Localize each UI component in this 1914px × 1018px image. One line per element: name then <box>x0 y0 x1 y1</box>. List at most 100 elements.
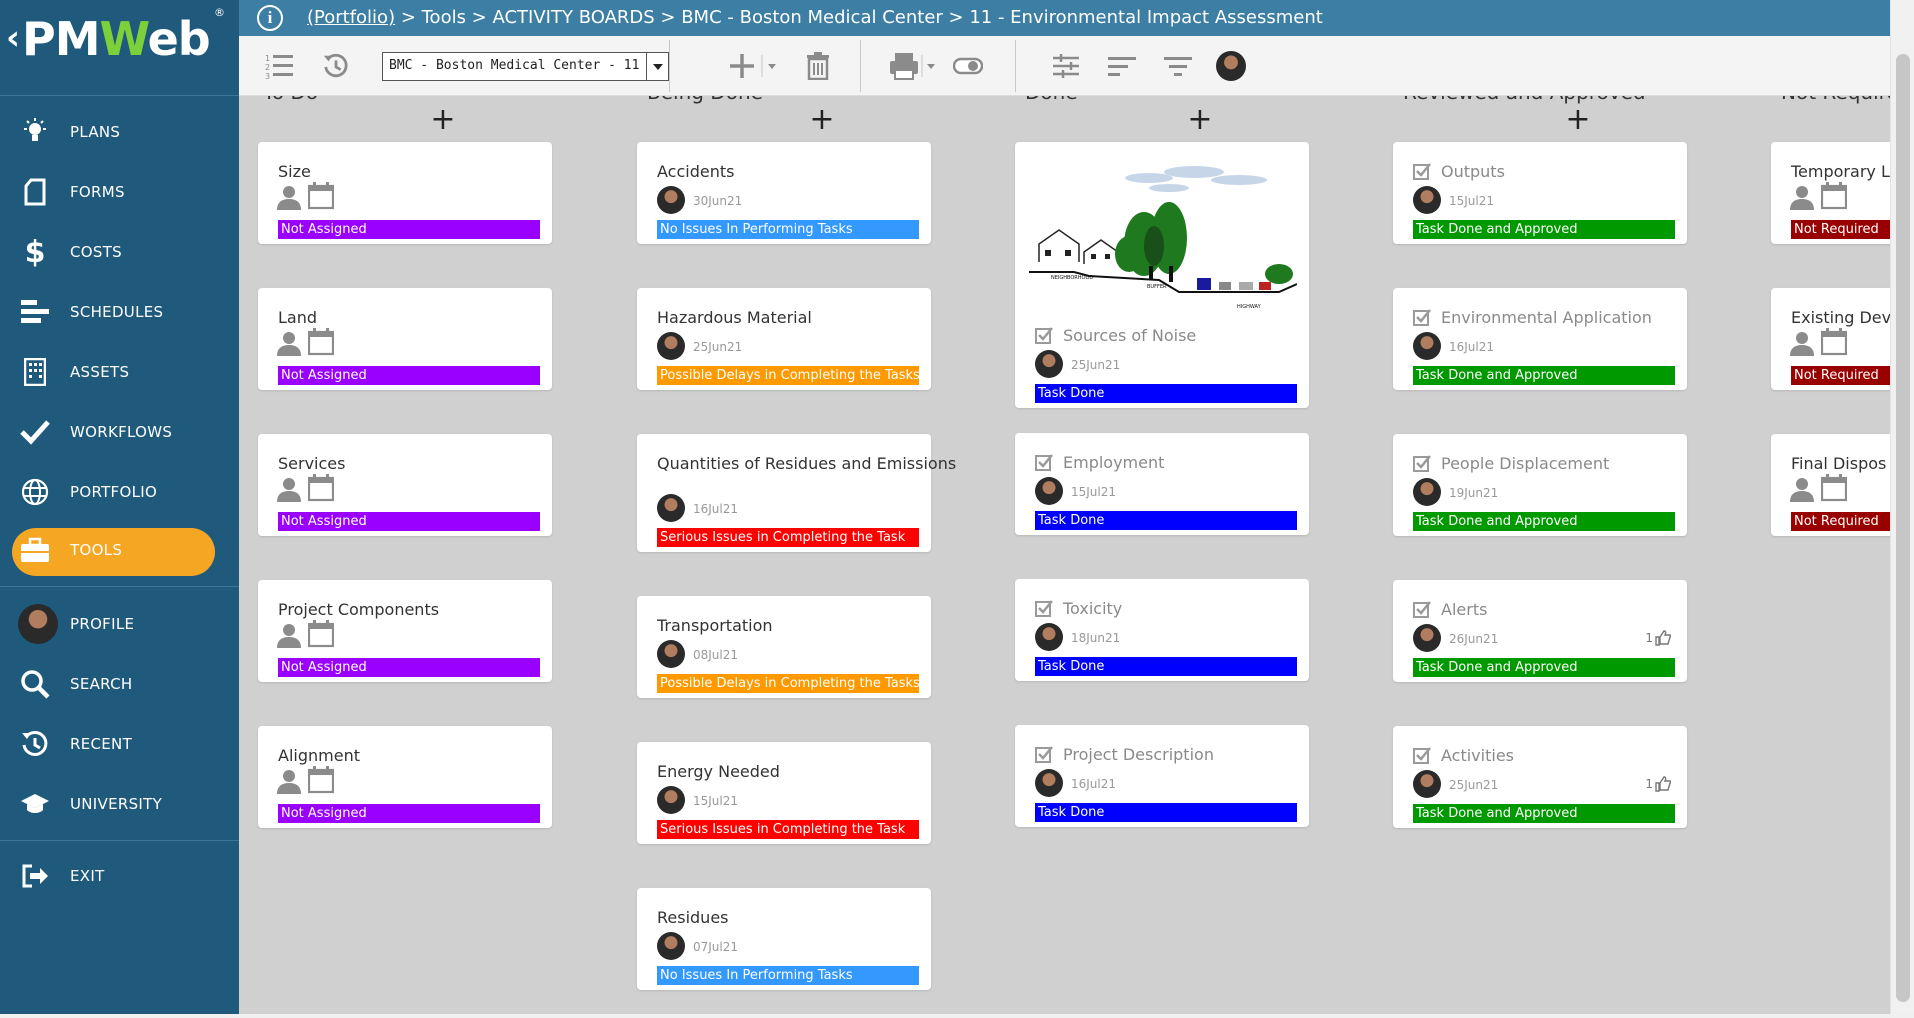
checkbox-icon[interactable] <box>1413 308 1431 326</box>
project-select[interactable]: BMC - Boston Medical Center - 11 - E <box>382 52 669 81</box>
thumbs-up-icon[interactable] <box>1655 776 1671 792</box>
activity-card[interactable]: Temporary L Not Required <box>1771 142 1890 244</box>
calendar-icon[interactable] <box>1821 328 1847 356</box>
sidebar-item-costs[interactable]: $ COSTS <box>0 228 239 276</box>
person-icon[interactable] <box>276 184 302 210</box>
checkbox-icon[interactable] <box>1413 162 1431 180</box>
activity-card[interactable]: Energy Needed 15Jul21 Serious Issues in Co… <box>637 742 931 844</box>
avatar[interactable] <box>1413 770 1441 798</box>
chevron-down-icon[interactable] <box>646 53 668 80</box>
avatar[interactable] <box>657 932 685 960</box>
activity-card[interactable]: Activities 25Jun21 1 Task Done and Approved <box>1393 726 1687 828</box>
settings-sliders-icon[interactable] <box>1049 50 1083 82</box>
avatar[interactable] <box>1413 186 1441 214</box>
checkbox-icon[interactable] <box>1413 600 1431 618</box>
sidebar-item-plans[interactable]: PLANS <box>0 108 239 156</box>
activity-card[interactable]: Size Not Assigned <box>258 142 552 244</box>
calendar-icon[interactable] <box>308 328 334 356</box>
add-card-plus-icon[interactable]: + <box>428 105 458 136</box>
activity-card[interactable]: People Displacement 19Jun21 Task Done and … <box>1393 434 1687 536</box>
avatar[interactable] <box>657 640 685 668</box>
sidebar-item-exit[interactable]: EXIT <box>0 852 239 900</box>
person-icon[interactable] <box>1789 184 1815 210</box>
person-icon[interactable] <box>1789 330 1815 356</box>
activity-card[interactable]: Hazardous Material 25Jun21 Possible Delays… <box>637 288 931 390</box>
activity-card[interactable]: Land Not Assigned <box>258 288 552 390</box>
toggle-switch-icon[interactable] <box>951 50 985 82</box>
activity-card[interactable]: Final Dispos Not Required <box>1771 434 1890 536</box>
checkbox-icon[interactable] <box>1035 599 1053 617</box>
print-button[interactable] <box>889 50 939 82</box>
avatar[interactable] <box>657 786 685 814</box>
checkbox-icon[interactable] <box>1035 745 1053 763</box>
avatar[interactable] <box>1035 350 1063 378</box>
activity-card[interactable]: Toxicity 18Jun21 Task Done <box>1015 579 1309 681</box>
activity-card[interactable]: Employment 15Jul21 Task Done <box>1015 433 1309 535</box>
activity-card[interactable]: Accidents 30Jun21 No Issues In Performing … <box>637 142 931 244</box>
avatar[interactable] <box>1035 769 1063 797</box>
avatar[interactable] <box>1413 332 1441 360</box>
list-view-icon[interactable]: 123 <box>263 50 297 82</box>
sidebar-item-portfolio[interactable]: PORTFOLIO <box>0 468 239 516</box>
activity-card[interactable]: Existing Dev Not Required <box>1771 288 1890 390</box>
sidebar-item-forms[interactable]: FORMS <box>0 168 239 216</box>
calendar-icon[interactable] <box>308 182 334 210</box>
pmweb-logo[interactable]: ‹ PMWeb ® <box>0 0 239 96</box>
like-count[interactable]: 1 <box>1645 630 1671 646</box>
back-chevron-icon[interactable]: ‹ <box>6 18 20 58</box>
breadcrumb-portfolio-link[interactable]: (Portfolio) <box>307 7 395 28</box>
person-icon[interactable] <box>276 330 302 356</box>
add-card-plus-icon[interactable]: + <box>807 105 837 136</box>
vertical-scrollbar[interactable] <box>1890 0 1914 1018</box>
filter-icon[interactable] <box>1161 50 1195 82</box>
sort-icon[interactable] <box>1105 50 1139 82</box>
sidebar-item-schedules[interactable]: SCHEDULES <box>0 288 239 336</box>
activity-card[interactable]: Outputs 15Jul21 Task Done and Approved <box>1393 142 1687 244</box>
add-card-plus-icon[interactable]: + <box>1563 105 1593 136</box>
activity-card[interactable]: Transportation 08Jul21 Possible Delays in … <box>637 596 931 698</box>
add-card-plus-icon[interactable]: + <box>1185 105 1215 136</box>
sidebar-item-workflows[interactable]: WORKFLOWS <box>0 408 239 456</box>
calendar-icon[interactable] <box>1821 474 1847 502</box>
avatar[interactable] <box>657 186 685 214</box>
add-button[interactable] <box>727 50 783 82</box>
activity-card[interactable]: Project Components Not Assigned <box>258 580 552 682</box>
calendar-icon[interactable] <box>308 766 334 794</box>
activity-card[interactable]: NEIGHBORHOOD BUFFER HIGHWAY Sources of N… <box>1015 142 1309 408</box>
avatar[interactable] <box>1035 623 1063 651</box>
person-icon[interactable] <box>1789 476 1815 502</box>
activity-card[interactable]: Residues 07Jul21 No Issues In Performing T… <box>637 888 931 990</box>
person-icon[interactable] <box>276 622 302 648</box>
calendar-icon[interactable] <box>308 620 334 648</box>
history-icon[interactable] <box>319 50 353 82</box>
activity-card[interactable]: Environmental Application 16Jul21 Task Don… <box>1393 288 1687 390</box>
sidebar-item-profile[interactable]: PROFILE <box>0 600 239 648</box>
person-icon[interactable] <box>276 768 302 794</box>
checkbox-icon[interactable] <box>1035 326 1053 344</box>
sidebar-item-assets[interactable]: ASSETS <box>0 348 239 396</box>
activity-card[interactable]: Services Not Assigned <box>258 434 552 536</box>
sidebar-item-tools[interactable]: TOOLS <box>0 526 239 576</box>
avatar[interactable] <box>1413 478 1441 506</box>
sidebar-item-recent[interactable]: RECENT <box>0 720 239 768</box>
scrollbar-thumb[interactable] <box>1896 54 1910 1002</box>
activity-card[interactable]: Quantities of Residues and Emissions 16Ju… <box>637 434 956 552</box>
sidebar-item-search[interactable]: SEARCH <box>0 660 239 708</box>
checkbox-icon[interactable] <box>1035 453 1053 471</box>
person-icon[interactable] <box>276 476 302 502</box>
avatar[interactable] <box>1035 477 1063 505</box>
checkbox-icon[interactable] <box>1413 454 1431 472</box>
calendar-icon[interactable] <box>1821 182 1847 210</box>
activity-card[interactable]: Alerts 26Jun21 1 Task Done and Approved <box>1393 580 1687 682</box>
checkbox-icon[interactable] <box>1413 746 1431 764</box>
info-icon[interactable]: i <box>257 5 283 31</box>
avatar[interactable] <box>1215 50 1247 82</box>
like-count[interactable]: 1 <box>1645 776 1671 792</box>
calendar-icon[interactable] <box>308 474 334 502</box>
thumbs-up-icon[interactable] <box>1655 630 1671 646</box>
activity-card[interactable]: Project Description 16Jul21 Task Done <box>1015 725 1309 827</box>
avatar[interactable] <box>657 332 685 360</box>
avatar[interactable] <box>1413 624 1441 652</box>
avatar[interactable] <box>657 494 685 522</box>
activity-card[interactable]: Alignment Not Assigned <box>258 726 552 828</box>
